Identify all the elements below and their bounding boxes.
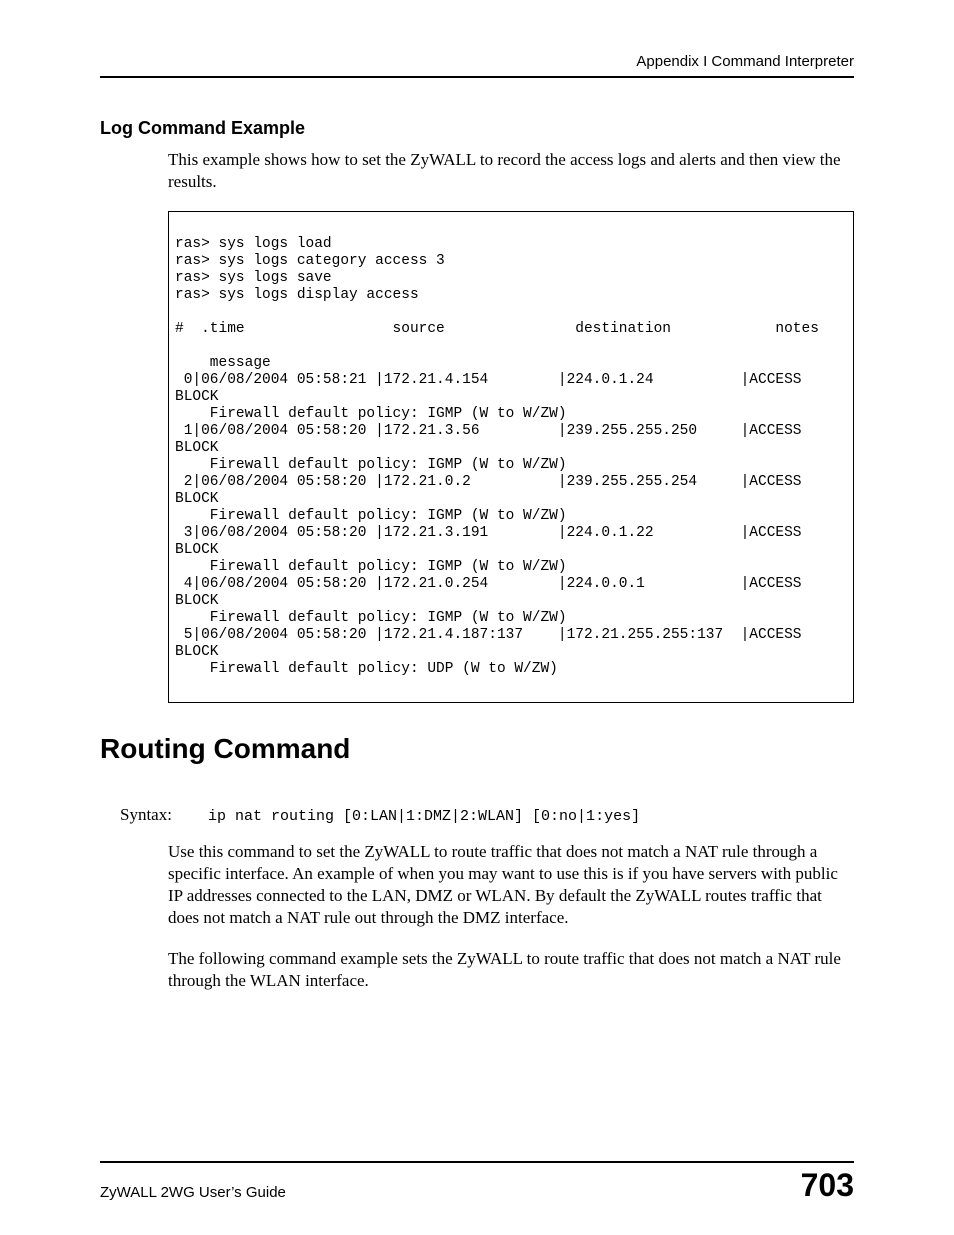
footer-page-number: 703 (801, 1169, 854, 1201)
section-log-title: Log Command Example (100, 118, 854, 139)
routing-para-1: Use this command to set the ZyWALL to ro… (168, 841, 854, 929)
log-code-block: ras> sys logs load ras> sys logs categor… (168, 211, 854, 703)
section-routing-title: Routing Command (100, 733, 854, 765)
syntax-label: Syntax: (120, 805, 208, 825)
syntax-row: Syntax: ip nat routing [0:LAN|1:DMZ|2:WL… (120, 805, 854, 825)
section-log-intro: This example shows how to set the ZyWALL… (168, 149, 854, 193)
page-footer: ZyWALL 2WG User’s Guide 703 (100, 1161, 854, 1201)
top-rule (100, 76, 854, 78)
footer-guide: ZyWALL 2WG User’s Guide (100, 1184, 286, 1201)
routing-para-2: The following command example sets the Z… (168, 948, 854, 992)
syntax-code: ip nat routing [0:LAN|1:DMZ|2:WLAN] [0:n… (208, 808, 640, 825)
page: Appendix I Command Interpreter Log Comma… (0, 0, 954, 1235)
running-header: Appendix I Command Interpreter (100, 53, 854, 70)
